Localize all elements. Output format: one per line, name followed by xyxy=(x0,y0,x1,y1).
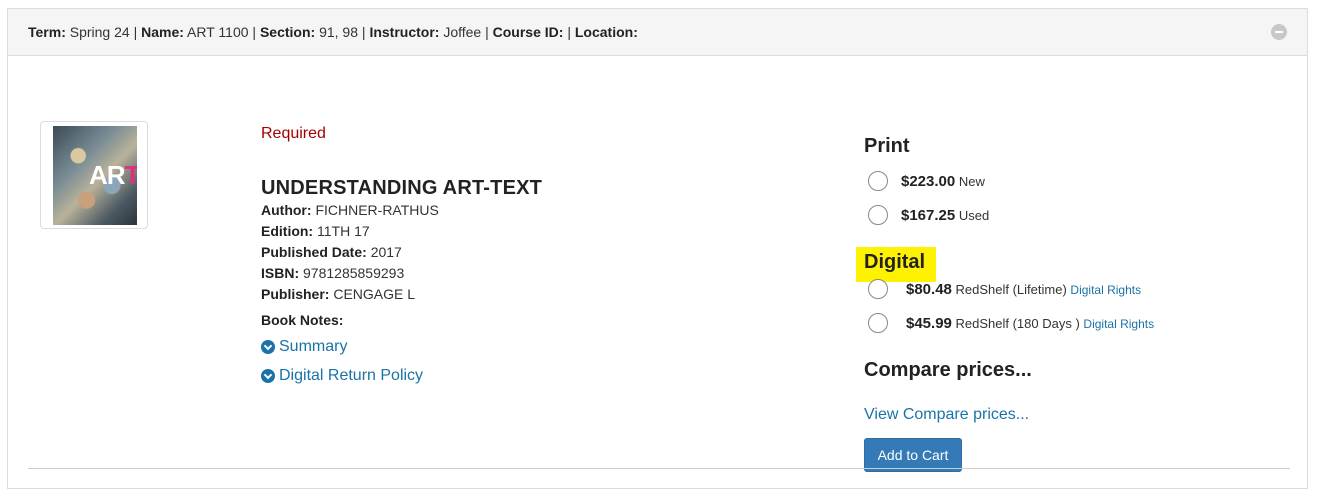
location-label: Location: xyxy=(574,24,638,40)
chevron-down-circle-icon xyxy=(261,369,275,383)
name-value: ART 1100 xyxy=(187,24,249,40)
term-label: Term: xyxy=(28,24,66,40)
view-compare-prices-link[interactable]: View Compare prices... xyxy=(864,406,1029,424)
price-option-new: $223.00 New xyxy=(901,173,985,190)
publisher-row: Publisher: CENGAGE L xyxy=(261,286,416,302)
price-option-180-days: $45.99 RedShelf (180 Days ) Digital Righ… xyxy=(906,315,1155,332)
chevron-down-circle-icon xyxy=(261,340,275,354)
price-radio-new[interactable] xyxy=(868,171,888,191)
digital-rights-link[interactable]: Digital Rights xyxy=(1083,317,1154,331)
section-value: 91, 98 xyxy=(319,24,359,40)
price-option-used: $167.25 Used xyxy=(901,207,990,224)
section-label: Section: xyxy=(259,24,316,40)
price-radio-180-days[interactable] xyxy=(868,313,888,333)
digital-heading-highlight: Digital xyxy=(856,247,936,282)
digital-heading: Digital xyxy=(864,251,926,273)
book-cover[interactable]: ART xyxy=(40,121,148,229)
digital-return-policy-link[interactable]: Digital Return Policy xyxy=(261,367,423,385)
price-radio-used[interactable] xyxy=(868,205,888,225)
minus-circle-icon[interactable] xyxy=(1271,24,1287,40)
summary-link[interactable]: Summary xyxy=(261,338,347,356)
course-id-label: Course ID: xyxy=(492,24,564,40)
name-label: Name: xyxy=(141,24,184,40)
book-title: UNDERSTANDING ART-TEXT xyxy=(261,177,543,199)
add-to-cart-button[interactable]: Add to Cart xyxy=(864,438,962,472)
print-heading: Print xyxy=(864,135,910,157)
instructor-value: Joffee xyxy=(443,24,482,40)
divider xyxy=(28,468,1290,469)
price-option-lifetime: $80.48 RedShelf (Lifetime) Digital Right… xyxy=(906,281,1142,298)
author-row: Author: FICHNER-RATHUS xyxy=(261,202,439,218)
edition-row: Edition: 11TH 17 xyxy=(261,223,370,239)
book-cover-image: ART xyxy=(53,126,137,225)
instructor-label: Instructor: xyxy=(369,24,440,40)
course-header: Term: Spring 24 | Name: ART 1100 | Secti… xyxy=(8,9,1307,56)
required-label: Required xyxy=(261,125,326,142)
term-value: Spring 24 xyxy=(69,24,130,40)
digital-rights-link[interactable]: Digital Rights xyxy=(1070,283,1141,297)
course-panel: Term: Spring 24 | Name: ART 1100 | Secti… xyxy=(7,8,1308,489)
compare-prices-heading: Compare prices... xyxy=(864,359,1032,381)
book-notes-label: Book Notes: xyxy=(261,312,344,328)
isbn-row: ISBN: 9781285859293 xyxy=(261,265,405,281)
published-date-row: Published Date: 2017 xyxy=(261,244,402,260)
price-radio-lifetime[interactable] xyxy=(868,279,888,299)
cover-title-art: ART xyxy=(89,160,137,190)
